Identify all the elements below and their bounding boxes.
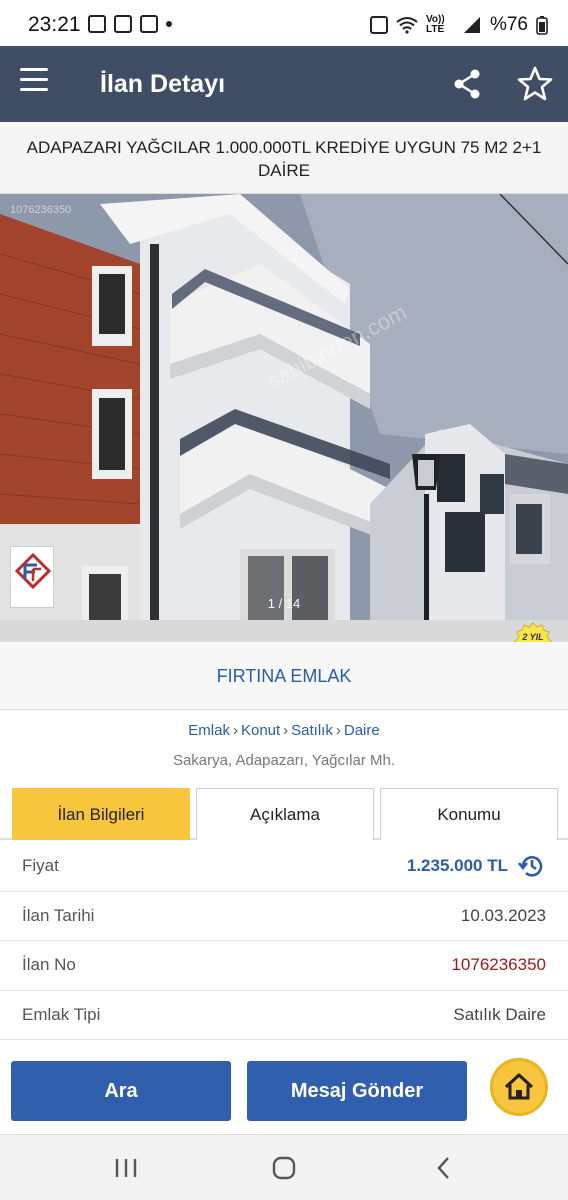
breadcrumb-item[interactable]: Daire: [344, 722, 380, 739]
detail-tabs: İlan Bilgileri Açıklama Konumu: [0, 788, 568, 840]
tab-konumu[interactable]: Konumu: [380, 788, 558, 840]
info-row-property-type: Emlak Tipi Satılık Daire: [0, 991, 568, 1040]
info-value: 1076236350: [451, 955, 546, 975]
breadcrumb-separator-icon: ›: [232, 722, 238, 739]
signal-icon: [463, 17, 480, 33]
badge-text: 2 YIL: [522, 632, 544, 642]
info-row-listing-no: İlan No 1076236350: [0, 941, 568, 991]
home-nav-icon: [272, 1156, 296, 1180]
tab-ilan-bilgileri[interactable]: İlan Bilgileri: [12, 788, 190, 840]
home-button[interactable]: [490, 1058, 548, 1116]
menu-button[interactable]: [20, 68, 56, 100]
gallery-notification-icon: [114, 15, 132, 33]
star-icon: [517, 66, 553, 101]
home-nav-button[interactable]: [264, 1153, 304, 1183]
info-key: İlan No: [22, 955, 76, 975]
recent-apps-icon: [115, 1159, 137, 1177]
game-notification-icon: [140, 15, 158, 33]
breadcrumb-separator-icon: ›: [283, 722, 289, 739]
listing-photo[interactable]: sahibinden.com 1076236350: [0, 194, 568, 620]
recent-apps-button[interactable]: [106, 1153, 146, 1183]
back-button[interactable]: [424, 1153, 464, 1183]
info-row-price: Fiyat 1.235.000 TL: [0, 842, 568, 892]
listing-info-table: Fiyat 1.235.000 TL İlan Tarihi 10.03.202…: [0, 842, 568, 1040]
battery-icon: [536, 16, 548, 35]
price-history-icon[interactable]: [518, 852, 546, 880]
listing-title: ADAPAZARI YAĞCILAR 1.000.000TL KREDİYE U…: [0, 122, 568, 194]
call-button[interactable]: Ara: [11, 1061, 231, 1121]
info-key: Fiyat: [22, 856, 59, 876]
battery-level: %76: [489, 14, 528, 35]
network-type: Vo)) LTE: [425, 14, 445, 35]
tab-aciklama[interactable]: Açıklama: [196, 788, 374, 840]
info-key: Emlak Tipi: [22, 1004, 101, 1024]
wifi-icon: [396, 17, 418, 34]
status-time: 23:21: [28, 13, 81, 36]
status-bar: 23:21 Vo)) LTE %76: [0, 0, 568, 46]
system-nav-bar: [0, 1134, 568, 1200]
info-key: İlan Tarihi: [22, 905, 95, 925]
home-icon: [504, 1073, 534, 1100]
favorite-button[interactable]: [516, 65, 554, 103]
send-message-button[interactable]: Mesaj Gönder: [247, 1061, 467, 1121]
listing-location: Sakarya, Adapazarı, Yağcılar Mh.: [172, 752, 396, 769]
hamburger-icon: [20, 68, 48, 71]
notification-icons: [88, 15, 172, 33]
app-notification-icon: [88, 15, 106, 33]
price-value-group: 1.235.000 TL: [407, 852, 546, 880]
price-value: 1.235.000 TL: [406, 856, 508, 876]
photo-bottom-strip: [0, 620, 568, 642]
breadcrumb-item[interactable]: Emlak: [188, 722, 230, 739]
agency-logo: [10, 546, 54, 608]
info-row-date: İlan Tarihi 10.03.2023: [0, 892, 568, 941]
breadcrumb-item[interactable]: Konut: [241, 722, 280, 739]
back-icon: [437, 1157, 449, 1179]
info-value: 10.03.2023: [460, 905, 546, 925]
page-title: İlan Detayı: [100, 70, 226, 98]
breadcrumb-separator-icon: ›: [335, 722, 341, 739]
system-status: Vo)) LTE %76: [369, 14, 548, 36]
agency-logo-icon: [14, 552, 52, 590]
breadcrumb-item[interactable]: Satılık: [291, 722, 333, 739]
agency-name-link[interactable]: FIRTINA EMLAK: [0, 642, 568, 710]
more-notifications-dot-icon: [166, 21, 172, 27]
info-value: Satılık Daire: [453, 1004, 546, 1024]
breadcrumb: Emlak › Konut › Satılık › Daire: [0, 722, 568, 739]
share-icon: [454, 69, 480, 99]
app-bar: İlan Detayı: [0, 46, 568, 122]
alarm-icon: [369, 16, 388, 34]
building-photo-illustration: [0, 194, 568, 620]
share-button[interactable]: [450, 66, 486, 102]
photo-counter: 1 / 14: [267, 596, 301, 611]
photo-id-text: 1076236350: [10, 204, 72, 216]
